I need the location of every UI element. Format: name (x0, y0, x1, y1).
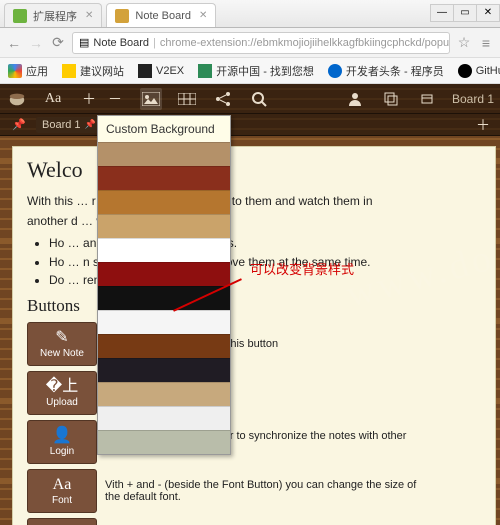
note-panel[interactable]: Welco With this … r notes, save web cont… (12, 146, 496, 525)
close-button[interactable]: ✕ (476, 4, 500, 22)
zoom-out-icon[interactable]: － (104, 88, 126, 110)
background-swatch[interactable] (98, 430, 230, 454)
bookmark-star-icon[interactable]: ☆ (456, 34, 472, 51)
browser-tab[interactable]: Note Board ✕ (106, 3, 216, 27)
background-swatch[interactable] (98, 166, 230, 190)
upload-icon: �上 (46, 378, 78, 396)
user-icon[interactable] (344, 88, 366, 110)
menu-icon[interactable]: ≡ (478, 35, 494, 51)
apps-button[interactable]: 应用 (8, 63, 48, 79)
address-bar: ← → ⟳ ▤ Note Board | chrome-extension://… (0, 28, 500, 58)
background-swatch[interactable] (98, 358, 230, 382)
annotation-text: 可以改变背景样式 (250, 259, 354, 278)
bookmark-item[interactable]: 开发者头条 - 程序员 (328, 63, 444, 79)
add-board-icon[interactable]: ＋ (472, 114, 494, 136)
note-icon: ✎ (55, 329, 68, 347)
bookmark-item[interactable]: 建议网站 (62, 63, 124, 79)
settings-icon[interactable] (416, 88, 438, 110)
browser-tab[interactable]: 扩展程序 ✕ (4, 3, 102, 27)
tab-close-icon[interactable]: ✕ (199, 10, 207, 21)
tab-title: 扩展程序 (33, 8, 77, 24)
bookmark-icon (138, 64, 152, 78)
browser-tab-bar: 扩展程序 ✕ Note Board ✕ — ▭ ✕ (0, 0, 500, 28)
background-swatch[interactable] (98, 142, 230, 166)
maximize-button[interactable]: ▭ (453, 4, 477, 22)
user-icon: 👤 (52, 427, 72, 445)
bookmark-icon (198, 64, 212, 78)
font-button[interactable]: Aa (42, 88, 64, 110)
page-icon: ▤ (79, 36, 89, 49)
label: 应用 (26, 63, 48, 79)
background-swatch[interactable] (98, 382, 230, 406)
background-swatch[interactable] (98, 406, 230, 430)
minimize-button[interactable]: — (430, 4, 454, 22)
tab-title: Note Board (135, 10, 191, 22)
background-swatch[interactable] (98, 334, 230, 358)
bookmark-icon (62, 64, 76, 78)
app-viewport: www.do Aa ＋ － Board 1 📌 Board 1📌 ＋ Welco… (0, 84, 500, 525)
note-text: another d … with the login option. (27, 213, 485, 229)
background-button[interactable] (140, 88, 162, 110)
copy-icon[interactable] (380, 88, 402, 110)
window-controls: — ▭ ✕ (431, 4, 500, 24)
url-title: Note Board (93, 37, 149, 49)
bookmark-item[interactable]: V2EX (138, 64, 184, 78)
share-icon[interactable] (212, 88, 234, 110)
palette-icon[interactable] (6, 88, 28, 110)
bookmark-icon (328, 64, 342, 78)
main-toolbar: Aa ＋ － Board 1 (0, 84, 500, 114)
reload-icon[interactable]: ⟳ (50, 34, 66, 51)
bookmark-item[interactable]: 开源中国 - 找到您想 (198, 63, 314, 79)
new-note-button[interactable]: ✎New Note (27, 322, 97, 366)
font-panel-button[interactable]: AaFont (27, 469, 97, 513)
layout-icon[interactable] (176, 88, 198, 110)
note-heading: Welco (27, 157, 485, 183)
note-text: With this … r notes, save web content to… (27, 193, 485, 209)
background-dropdown: Custom Background (97, 115, 231, 455)
login-button[interactable]: 👤Login (27, 420, 97, 464)
background-swatch[interactable] (98, 286, 230, 310)
pin-icon: 📌 (85, 119, 96, 130)
bookmarks-bar: 应用 建议网站 V2EX 开源中国 - 找到您想 开发者头条 - 程序员 Git… (0, 58, 500, 84)
background-swatch[interactable] (98, 238, 230, 262)
upload-button[interactable]: �上Upload (27, 371, 97, 415)
url-path: chrome-extension://ebmkmojiojiihelkkagfb… (160, 37, 450, 49)
board-tab[interactable]: Board 1📌 (36, 117, 104, 133)
favicon-icon (115, 9, 129, 23)
pin-icon[interactable]: 📌 (8, 114, 30, 136)
bookmark-item[interactable]: GitHub - tonybeltra (458, 64, 500, 78)
background-swatch[interactable] (98, 262, 230, 286)
bookmark-icon (458, 64, 472, 78)
background-swatch[interactable] (98, 310, 230, 334)
background-panel-button[interactable]: 🖼 (27, 518, 97, 525)
button-caption: Vith + and - (beside the Font Button) yo… (105, 479, 485, 503)
favicon-icon (13, 9, 27, 23)
forward-icon: → (28, 35, 44, 51)
board-label[interactable]: Board 1 (452, 92, 494, 106)
zoom-in-icon[interactable]: ＋ (78, 88, 100, 110)
back-icon[interactable]: ← (6, 35, 22, 51)
custom-background-option[interactable]: Custom Background (98, 116, 230, 142)
search-icon[interactable] (248, 88, 270, 110)
note-subheading: Buttons (27, 296, 485, 316)
background-swatch[interactable] (98, 190, 230, 214)
url-field[interactable]: ▤ Note Board | chrome-extension://ebmkmo… (72, 32, 450, 54)
tab-close-icon[interactable]: ✕ (85, 10, 93, 21)
font-icon: Aa (53, 476, 72, 494)
board-tabs-bar: 📌 Board 1📌 ＋ (0, 114, 500, 136)
background-swatch[interactable] (98, 214, 230, 238)
apps-icon (8, 64, 22, 78)
